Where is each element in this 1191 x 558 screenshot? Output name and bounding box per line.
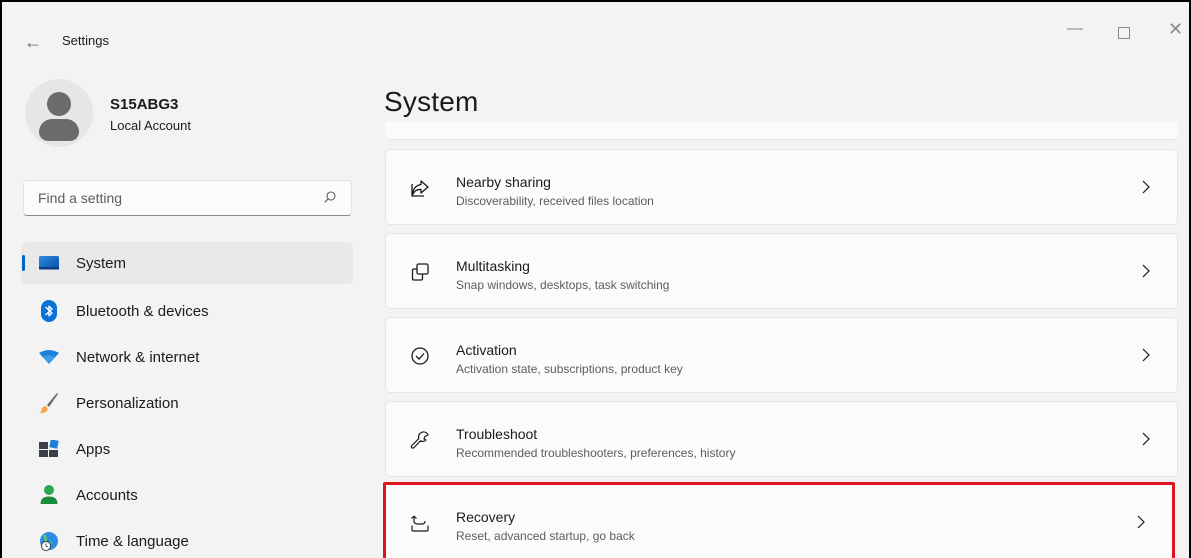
page-title: System [384, 86, 479, 117]
brush-icon [38, 392, 60, 414]
card-nearby-sharing[interactable]: Nearby sharing Discoverability, received… [385, 149, 1178, 225]
card-description: Snap windows, desktops, task switching [456, 278, 670, 292]
sidebar-item-apps[interactable]: Apps [21, 426, 353, 472]
title-bar: ← Settings — ✕ [2, 2, 1189, 82]
multitasking-icon [408, 260, 432, 284]
card-activation[interactable]: Activation Activation state, subscriptio… [385, 317, 1178, 393]
card-description: Recommended troubleshooters, preferences… [456, 446, 736, 460]
chevron-right-icon [1142, 348, 1150, 362]
card-title: Troubleshoot [456, 426, 538, 442]
maximize-icon[interactable] [1118, 27, 1130, 39]
card-multitasking[interactable]: Multitasking Snap windows, desktops, tas… [385, 233, 1178, 309]
search-icon [324, 191, 336, 203]
card-title: Multitasking [456, 258, 530, 274]
previous-card-edge [385, 122, 1178, 140]
user-name: S15ABG3 [110, 96, 179, 113]
active-indicator [22, 255, 25, 271]
sidebar-item-time-language[interactable]: Time & language [21, 518, 353, 558]
app-title: Settings [62, 33, 109, 48]
settings-window: ← Settings — ✕ S15ABG3 Local Account Fin… [0, 0, 1191, 558]
bluetooth-icon [38, 300, 60, 322]
user-avatar-icon[interactable] [25, 79, 93, 147]
chevron-right-icon [1137, 515, 1145, 529]
sidebar-item-system[interactable]: System [21, 242, 353, 284]
minimize-icon[interactable]: — [1067, 20, 1083, 38]
account-type: Local Account [110, 118, 191, 133]
sidebar-item-label: System [76, 254, 127, 272]
sidebar-item-label: Personalization [76, 394, 179, 412]
wrench-icon [408, 428, 432, 452]
apps-icon [38, 438, 60, 460]
back-arrow-icon[interactable]: ← [24, 32, 42, 52]
sidebar-item-label: Bluetooth & devices [76, 302, 209, 320]
chevron-right-icon [1142, 180, 1150, 194]
system-display-icon [38, 252, 60, 274]
card-recovery[interactable]: Recovery Reset, advanced startup, go bac… [383, 482, 1175, 558]
card-title: Activation [456, 342, 517, 358]
card-description: Activation state, subscriptions, product… [456, 362, 683, 376]
accounts-icon [38, 484, 60, 506]
card-description: Reset, advanced startup, go back [456, 529, 635, 543]
card-description: Discoverability, received files location [456, 194, 654, 208]
sidebar-item-network[interactable]: Network & internet [21, 334, 353, 380]
sidebar-nav: System Bluetooth & devices Network & int… [21, 242, 353, 558]
share-icon [408, 176, 432, 200]
sidebar-item-label: Apps [76, 440, 111, 458]
sidebar-item-personalization[interactable]: Personalization [21, 380, 353, 426]
wifi-icon [38, 346, 60, 368]
sidebar-item-label: Accounts [76, 486, 138, 504]
sidebar-item-bluetooth[interactable]: Bluetooth & devices [21, 288, 353, 334]
card-title: Recovery [456, 509, 516, 525]
recovery-icon [408, 511, 432, 535]
check-circle-icon [408, 344, 432, 368]
card-troubleshoot[interactable]: Troubleshoot Recommended troubleshooters… [385, 401, 1178, 477]
search-box[interactable] [23, 180, 352, 216]
card-title: Nearby sharing [456, 174, 551, 190]
chevron-right-icon [1142, 264, 1150, 278]
sidebar-item-label: Network & internet [76, 348, 200, 366]
close-icon[interactable]: ✕ [1168, 20, 1183, 38]
chevron-right-icon [1142, 432, 1150, 446]
globe-clock-icon [38, 530, 60, 552]
sidebar-item-label: Time & language [76, 532, 189, 550]
search-input[interactable] [24, 181, 314, 215]
sidebar-item-accounts[interactable]: Accounts [21, 472, 353, 518]
